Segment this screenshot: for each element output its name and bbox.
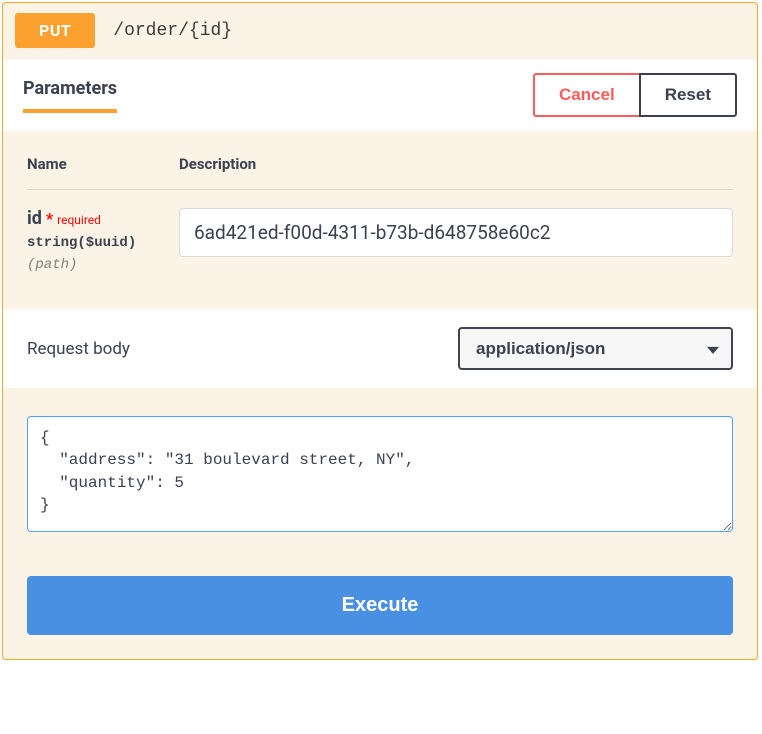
parameter-meta: id * required string($uuid) (path) [27, 208, 179, 273]
execute-button[interactable]: Execute [27, 576, 733, 635]
request-body-label: Request body [27, 339, 130, 359]
request-body-bar: Request body application/json [3, 309, 757, 388]
parameter-value-input[interactable] [179, 208, 733, 257]
tab-parameters[interactable]: Parameters [23, 78, 117, 113]
column-description: Description [179, 155, 256, 173]
reset-button[interactable]: Reset [639, 73, 737, 117]
parameter-type: string($uuid) [27, 235, 179, 251]
parameters-section: Name Description id * required string($u… [3, 131, 757, 309]
http-method-badge: PUT [15, 13, 95, 48]
operation-header[interactable]: PUT /order/{id} [3, 3, 757, 58]
required-label: required [57, 213, 101, 227]
parameters-bar: Parameters Cancel Reset [3, 58, 757, 131]
endpoint-path: /order/{id} [113, 21, 232, 41]
request-body-textarea[interactable] [27, 416, 733, 532]
request-body-editor-section [3, 388, 757, 556]
parameter-row: id * required string($uuid) (path) [27, 208, 733, 297]
cancel-button[interactable]: Cancel [533, 73, 639, 117]
required-star: * [46, 209, 53, 228]
column-name: Name [27, 155, 179, 173]
action-buttons: Cancel Reset [533, 73, 737, 117]
api-operation-panel: PUT /order/{id} Parameters Cancel Reset … [2, 2, 758, 660]
parameter-location: (path) [27, 257, 179, 273]
execute-section: Execute [3, 556, 757, 659]
parameters-table-header: Name Description [27, 155, 733, 190]
parameter-name: id [27, 208, 42, 229]
content-type-select[interactable]: application/json [458, 327, 733, 370]
